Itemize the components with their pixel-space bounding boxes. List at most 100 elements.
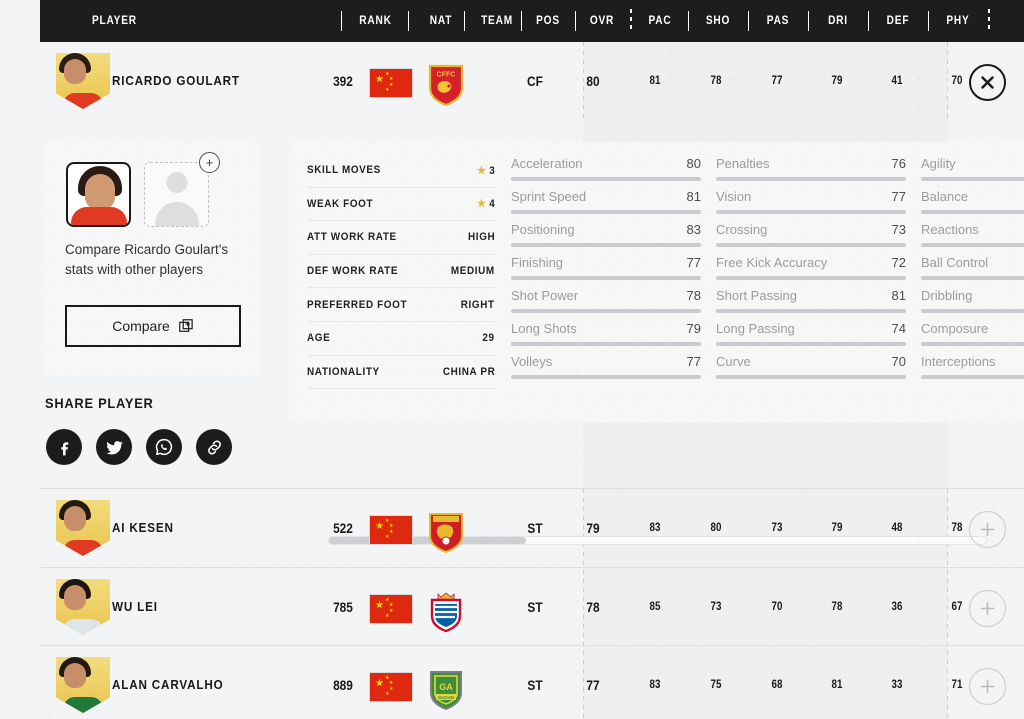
- star-icon: ★: [476, 198, 487, 211]
- column-header-def[interactable]: DEF: [872, 0, 923, 42]
- add-player-icon[interactable]: +: [199, 152, 220, 173]
- twitter-icon[interactable]: [96, 429, 132, 465]
- hebei-cffc-badge-icon: CFFC: [427, 64, 465, 107]
- stat-label: Reactions: [921, 222, 979, 237]
- column-header-pos[interactable]: POS: [524, 0, 572, 42]
- player-detail-panel: + Compare Ricardo Goulart's stats with o…: [0, 124, 1024, 545]
- player-sho: 78: [710, 75, 722, 87]
- china-flag-icon: ★ ★ ★ ★ ★: [369, 672, 413, 702]
- stat-value: 83: [686, 222, 701, 237]
- stat-bar-track: [716, 375, 906, 379]
- player-def: 33: [891, 679, 903, 691]
- stat-bar-track: [921, 342, 1024, 346]
- info-label: SKILL MOVES: [307, 164, 381, 177]
- info-value: HIGH: [467, 231, 495, 244]
- player-rank: 392: [333, 73, 353, 89]
- info-value: ★ 3: [476, 164, 495, 177]
- stat-label: Volleys: [511, 354, 553, 369]
- stat-value: 76: [891, 156, 906, 171]
- add-player-button[interactable]: [969, 511, 1006, 548]
- china-flag-icon: ★ ★ ★ ★ ★: [369, 68, 413, 98]
- stat-value: 73: [891, 222, 906, 237]
- facebook-icon[interactable]: [46, 429, 82, 465]
- stat-bar-track: [921, 177, 1024, 181]
- info-label: ATT WORK RATE: [307, 231, 397, 244]
- beijing-guoan-badge-icon: GA GUOAN: [427, 668, 465, 711]
- stat-row: Short Passing 81: [716, 286, 906, 319]
- stat-label: Acceleration: [511, 156, 583, 171]
- stat-bar-track: [921, 276, 1024, 280]
- stat-row: Shot Power 78: [511, 286, 701, 319]
- close-button[interactable]: [969, 64, 1006, 101]
- guangzhou-evergrande-badge-icon: [427, 511, 465, 554]
- player-rank: 522: [333, 520, 353, 536]
- stat-column-3: Agility Balance Reactions Ball Control Dribb…: [921, 154, 1024, 385]
- player-sho: 73: [710, 601, 722, 613]
- info-row: DEF WORK RATE MEDIUM: [307, 255, 495, 289]
- info-value: 29: [482, 332, 495, 345]
- whatsapp-icon[interactable]: [146, 429, 182, 465]
- column-header-ovr[interactable]: OVR: [578, 0, 626, 42]
- stat-label: Crossing: [716, 222, 768, 237]
- stat-bar-track: [511, 276, 701, 280]
- column-header-pac[interactable]: PAC: [635, 0, 684, 42]
- table-row[interactable]: ALAN CARVALHO 889 ★ ★ ★ ★ ★ GA GUOAN ST 77 83 75 68 81…: [40, 645, 1024, 719]
- player-dri: 79: [831, 522, 843, 534]
- player-dri: 79: [831, 75, 843, 87]
- stat-label: Sprint Speed: [511, 189, 587, 204]
- stat-bar-track: [716, 243, 906, 247]
- stat-label: Agility: [921, 156, 956, 171]
- stat-column-1: Acceleration 80 Sprint Speed 81 Positioning 8…: [511, 154, 701, 385]
- compare-empty-slot[interactable]: [144, 162, 209, 227]
- compare-icon: [178, 318, 193, 332]
- player-def: 41: [891, 75, 903, 87]
- player-stats-box: SKILL MOVES ★ 3 WEAK FOOT ★ 4 ATT WORK RAT…: [289, 142, 1024, 422]
- info-label: DEF WORK RATE: [307, 265, 399, 278]
- plus-icon: [980, 601, 995, 616]
- player-rank: 889: [333, 677, 353, 693]
- copy-link-icon[interactable]: [196, 429, 232, 465]
- column-header-dri[interactable]: DRI: [812, 0, 863, 42]
- table-row[interactable]: AI KESEN 522 ★ ★ ★ ★ ★ ST 79 83 80 73 79 48 78: [40, 489, 1024, 567]
- player-ovr: 78: [586, 599, 600, 615]
- selected-player-row[interactable]: RICARDO GOULART 392 ★ ★ ★ ★ ★ CFFC CF 80 81 …: [40, 42, 1024, 120]
- stat-label: Composure: [921, 321, 989, 336]
- stat-row: Acceleration 80: [511, 154, 701, 187]
- close-icon: [981, 76, 994, 89]
- add-player-button[interactable]: [969, 590, 1006, 627]
- player-dri: 81: [831, 679, 843, 691]
- table-row[interactable]: WU LEI 785 ★ ★ ★ ★ ★ ST 78 85 73 70 78 36 67: [40, 567, 1024, 645]
- player-pac: 83: [649, 522, 661, 534]
- stat-row: Finishing 77: [511, 253, 701, 286]
- column-header-phy[interactable]: PHY: [932, 0, 983, 42]
- column-header-team[interactable]: TEAM: [469, 0, 525, 42]
- column-header-pas[interactable]: PAS: [752, 0, 803, 42]
- player-pac: 85: [649, 601, 661, 613]
- column-header-sho[interactable]: SHO: [692, 0, 743, 42]
- stat-bar-track: [511, 309, 701, 313]
- info-label: WEAK FOOT: [307, 197, 374, 210]
- svg-text:GUOAN: GUOAN: [438, 695, 454, 700]
- compare-button[interactable]: Compare: [65, 305, 241, 347]
- stat-value: 77: [686, 354, 701, 369]
- player-avatar: [56, 500, 110, 556]
- info-row: SKILL MOVES ★ 3: [307, 154, 495, 188]
- player-pac: 83: [649, 679, 661, 691]
- stat-row: Vision 77: [716, 187, 906, 220]
- add-player-button[interactable]: [969, 668, 1006, 705]
- china-flag-icon: ★ ★ ★ ★ ★: [369, 515, 413, 545]
- stat-label: Shot Power: [511, 288, 579, 303]
- info-value: RIGHT: [461, 298, 495, 311]
- column-header-nat[interactable]: NAT: [413, 0, 469, 42]
- column-header-rank[interactable]: RANK: [347, 0, 404, 42]
- column-header-player[interactable]: PLAYER: [92, 0, 268, 42]
- stat-row: Composure: [921, 319, 1024, 352]
- svg-text:CFFC: CFFC: [437, 72, 456, 79]
- stat-value: 81: [686, 189, 701, 204]
- stat-row: Long Shots 79: [511, 319, 701, 352]
- info-value: MEDIUM: [451, 265, 495, 278]
- stat-label: Positioning: [511, 222, 575, 237]
- stat-row: Interceptions: [921, 352, 1024, 385]
- player-ovr: 79: [586, 520, 600, 536]
- info-label: NATIONALITY: [307, 365, 380, 378]
